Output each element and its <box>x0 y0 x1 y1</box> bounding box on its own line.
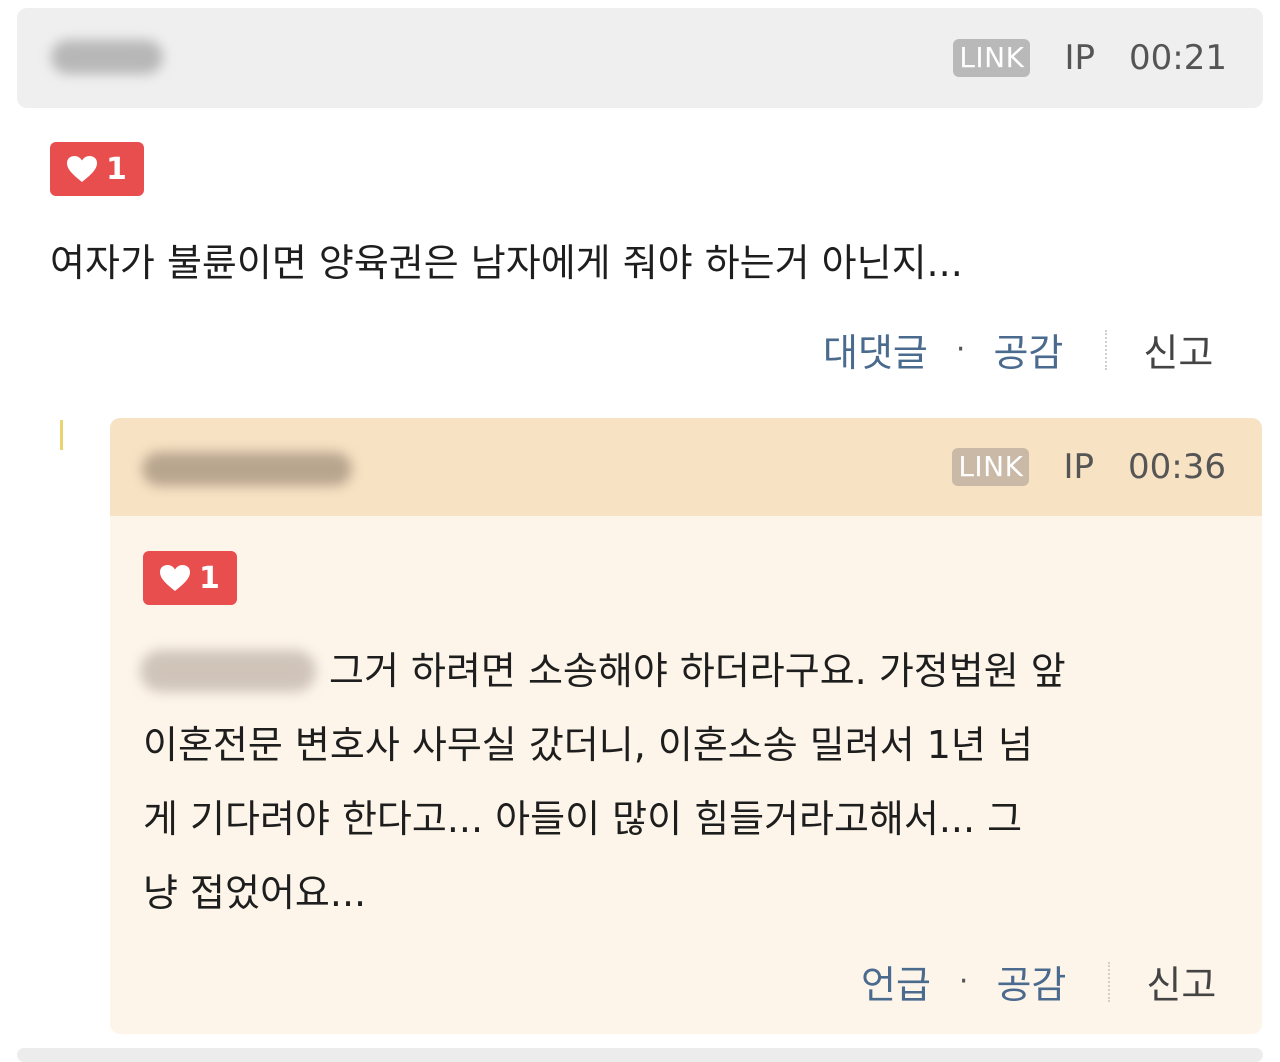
reply-button[interactable]: 대댓글 <box>823 322 928 377</box>
blurred-username[interactable] <box>142 452 352 486</box>
empathy-button[interactable]: 공감 <box>996 954 1066 1009</box>
link-badge[interactable]: LINK <box>952 448 1030 486</box>
ip-label: IP <box>1063 447 1095 487</box>
comment-text: 여자가 불륜이면 양육권은 남자에게 줘야 하는거 아닌지... <box>50 241 963 285</box>
heart-icon <box>160 565 190 591</box>
link-badge[interactable]: LINK <box>953 39 1031 77</box>
mention-button[interactable]: 언급 <box>861 954 931 1009</box>
reply-text-line: 이혼전문 변호사 사무실 갔더니, 이혼소송 밀려서 1년 넘 <box>143 723 1033 767</box>
empathy-button[interactable]: 공감 <box>993 322 1063 377</box>
like-count: 1 <box>199 560 220 596</box>
comment-header: LINK IP 00:21 <box>17 8 1263 108</box>
separator-dot: · <box>958 964 969 999</box>
like-count-badge[interactable]: 1 <box>143 551 237 605</box>
reply-time: 00:36 <box>1128 447 1226 487</box>
reply-actions: 언급 · 공감 신고 <box>861 954 1216 1009</box>
reply-header: LINK IP 00:36 <box>110 418 1262 516</box>
comment-actions: 대댓글 · 공감 신고 <box>823 322 1213 377</box>
ip-label: IP <box>1064 38 1096 78</box>
like-count-badge[interactable]: 1 <box>50 142 144 196</box>
reply-text-line: 게 기다려야 한다고... 아들이 많이 힘들거라고해서... 그 <box>143 797 1023 841</box>
like-count: 1 <box>106 151 127 187</box>
reply-meta: LINK IP 00:36 <box>952 418 1226 516</box>
reply-text-line: 그거 하려면 소송해야 하더라구요. 가정법원 앞 <box>329 649 1066 693</box>
divider <box>1108 961 1111 1002</box>
comment-time: 00:21 <box>1129 38 1227 78</box>
next-comment-edge <box>17 1048 1263 1062</box>
comment-meta: LINK IP 00:21 <box>953 8 1227 108</box>
reply-text-line: 냥 접었어요... <box>143 871 367 915</box>
blurred-username[interactable] <box>51 40 163 74</box>
report-button[interactable]: 신고 <box>1143 322 1213 377</box>
heart-icon <box>67 156 97 182</box>
reply-indent-line <box>60 420 63 450</box>
separator-dot: · <box>955 332 966 367</box>
report-button[interactable]: 신고 <box>1146 954 1216 1009</box>
reply-text: 그거 하려면 소송해야 하더라구요. 가정법원 앞 이혼전문 변호사 사무실 갔… <box>143 634 1243 930</box>
divider <box>1105 329 1108 370</box>
